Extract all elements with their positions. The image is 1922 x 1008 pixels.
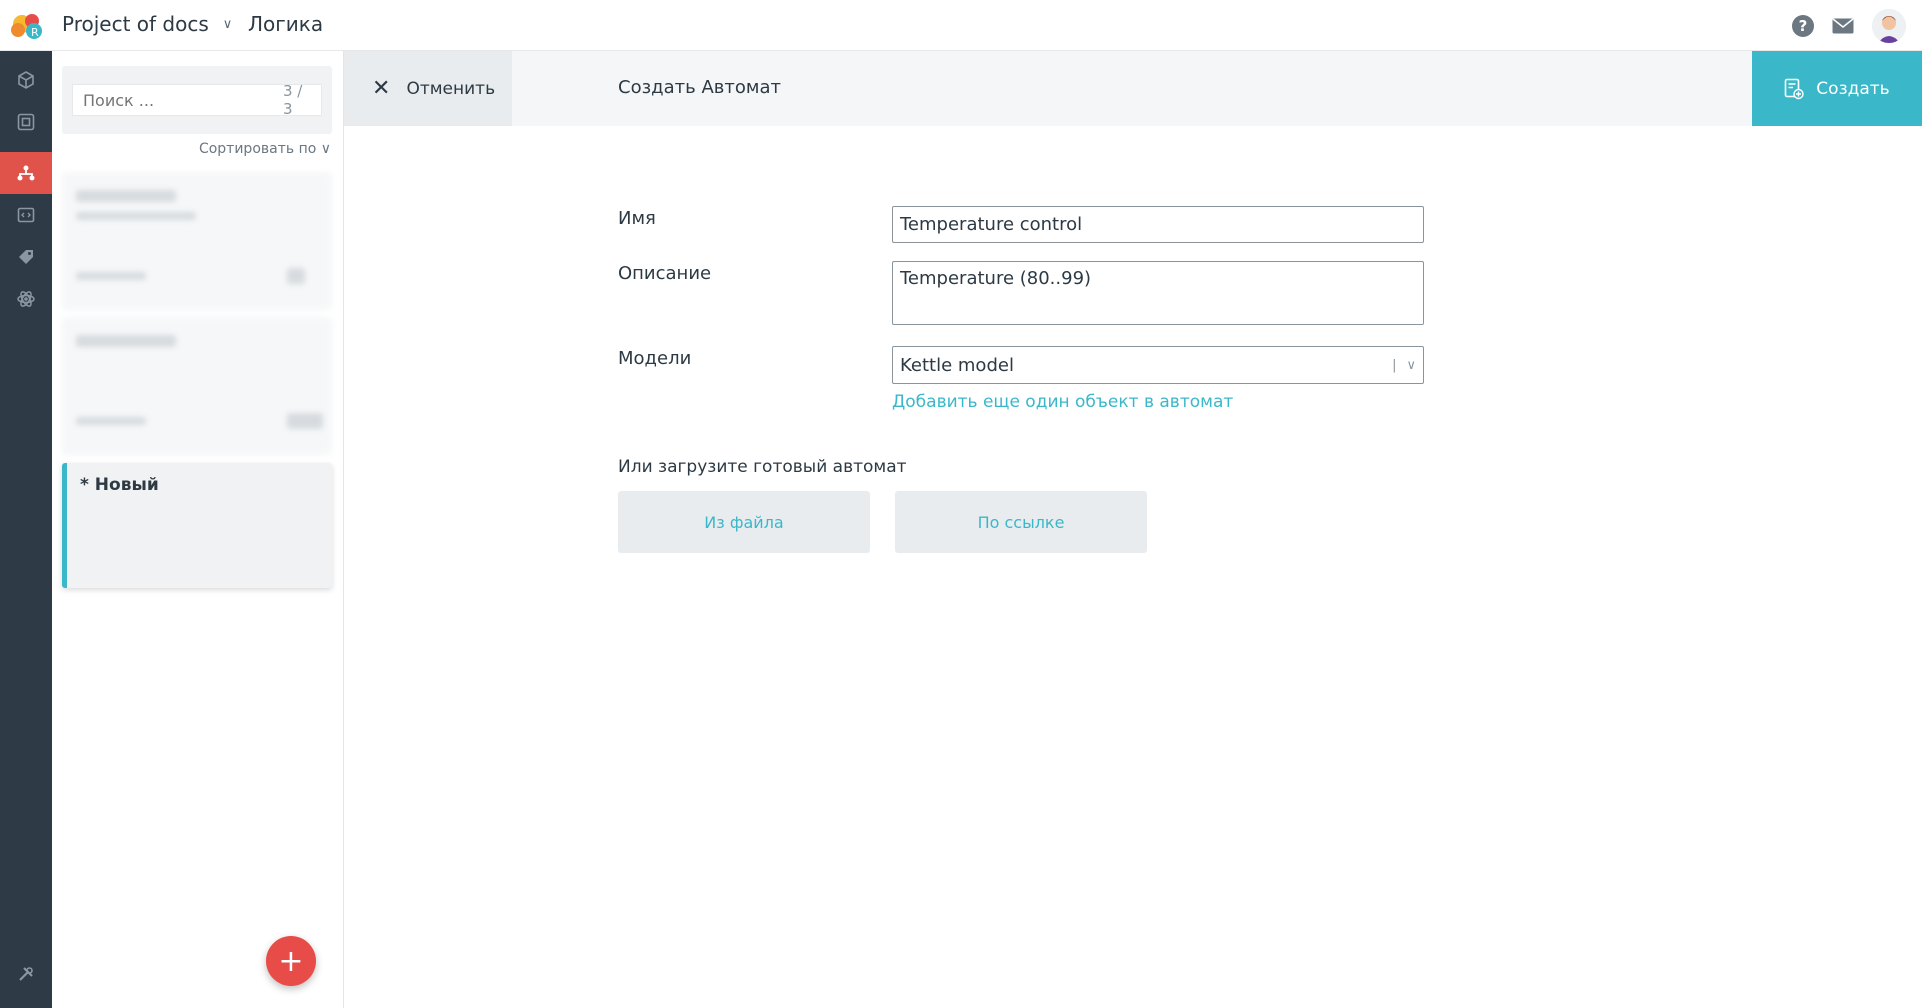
name-field[interactable]: Temperature control [892,206,1424,243]
sidebar-item-tools[interactable] [0,953,52,995]
help-icon[interactable]: ? [1792,15,1814,37]
sort-by-dropdown[interactable]: Сортировать по ∨ [199,141,331,157]
hierarchy-icon [17,165,35,181]
create-doc-icon [1784,78,1804,99]
section-title: Логика [248,12,324,36]
by-link-button[interactable]: По ссылке [895,491,1147,553]
from-file-button[interactable]: Из файла [618,491,870,553]
search-input[interactable] [83,90,283,110]
cube-icon [18,71,34,89]
code-window-icon [17,207,35,223]
tag-icon [19,250,33,264]
list-item-new[interactable]: * Новый [62,463,332,588]
svg-text:R: R [31,26,39,39]
description-label: Описание [618,263,712,284]
chevron-down-icon[interactable]: ∨ [1406,358,1416,373]
action-bar: ✕ Отменить Создать Автомат Создать [344,51,1922,126]
divider: | [1392,357,1397,373]
close-icon: ✕ [372,76,391,101]
models-label: Модели [618,348,692,369]
create-label: Создать [1816,78,1890,99]
list-item-title: * Новый [80,475,159,495]
app-logo-icon[interactable]: R [8,10,48,42]
cancel-button[interactable]: ✕ Отменить [344,51,512,126]
sidebar-item-code[interactable] [0,194,52,236]
cancel-label: Отменить [406,78,496,99]
automata-list-panel: 3 / 3 Сортировать по ∨ * Новый + [52,51,344,1008]
models-selected-value: Kettle model [900,354,1014,376]
list-item[interactable] [62,172,332,310]
frame-icon [17,113,35,131]
sidebar-item-logic[interactable] [0,152,52,194]
plus-icon: + [278,943,304,979]
upload-label: Или загрузите готовый автомат [618,457,907,477]
create-button[interactable]: Создать [1752,51,1922,126]
add-object-link[interactable]: Добавить еще один объект в автомат [892,392,1233,412]
tools-icon [19,967,33,981]
top-bar: R Project of docs ∨ Логика ? [0,0,1922,51]
add-automaton-button[interactable]: + [266,936,316,986]
mail-icon[interactable] [1832,18,1854,34]
name-label: Имя [618,208,656,229]
project-name: Project of docs [62,12,209,36]
chevron-down-icon: ∨ [320,141,331,157]
list-item[interactable] [62,317,332,455]
main-content: ✕ Отменить Создать Автомат Создать Имя T… [344,51,1922,1008]
avatar[interactable] [1872,9,1906,43]
search-count: 3 / 3 [283,82,303,118]
sidebar-item-models[interactable] [0,59,52,101]
sort-label: Сортировать по [198,141,317,157]
description-field[interactable]: Temperature (80..99) [892,261,1424,325]
sidebar-item-tags[interactable] [0,236,52,278]
chevron-down-icon: ∨ [222,16,233,32]
sidebar-rail [0,51,52,1008]
project-selector[interactable]: Project of docs ∨ [62,12,232,36]
search-container: 3 / 3 [62,66,332,134]
page-title: Создать Автомат [618,77,781,98]
atom-icon [17,291,35,307]
models-select[interactable]: Kettle model | ∨ [892,346,1424,384]
sidebar-item-atom[interactable] [0,278,52,320]
sidebar-item-frames[interactable] [0,101,52,143]
search-box[interactable]: 3 / 3 [72,82,322,118]
